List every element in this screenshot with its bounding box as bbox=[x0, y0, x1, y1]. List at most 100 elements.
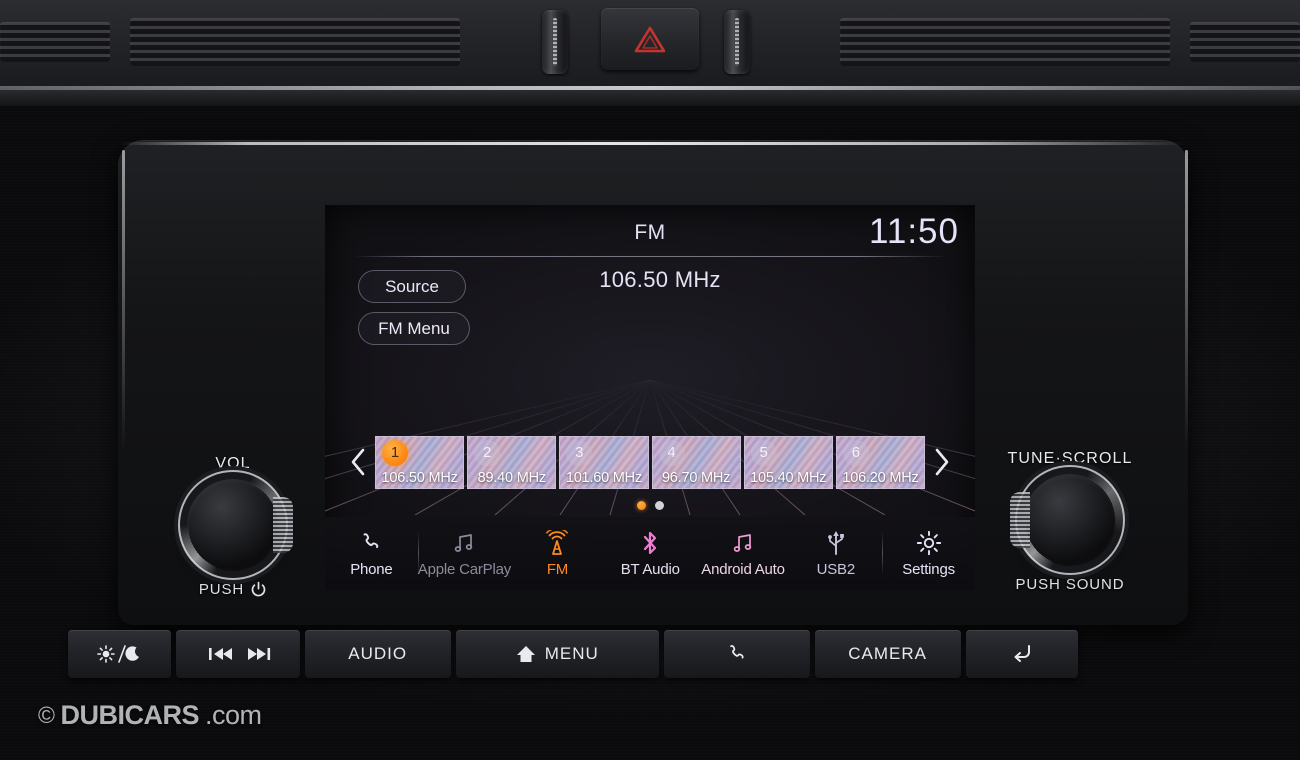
back-button[interactable] bbox=[965, 630, 1078, 678]
hard-button-bar: AUDIO MENU CAMERA bbox=[68, 630, 1078, 678]
air-vent-icon bbox=[0, 22, 110, 62]
preset-prev-button[interactable] bbox=[347, 442, 369, 482]
watermark-tld: .com bbox=[204, 700, 262, 730]
radio-antenna-icon bbox=[543, 529, 571, 556]
volume-knob[interactable] bbox=[187, 479, 293, 571]
infotainment-display[interactable]: FM 11:50 Source FM Menu 106.50 MHz 1 106… bbox=[325, 205, 975, 590]
air-vent-icon bbox=[1190, 22, 1300, 62]
preset-next-button[interactable] bbox=[931, 442, 953, 482]
preset-item[interactable]: 6 106.20 MHz bbox=[835, 435, 926, 489]
watermark: © DUBICARS .com bbox=[38, 700, 262, 731]
preset-number: 1 bbox=[382, 439, 408, 466]
nav-item-phone[interactable]: Phone bbox=[325, 517, 418, 590]
audio-button[interactable]: AUDIO bbox=[304, 630, 451, 678]
preset-item[interactable]: 1 106.50 MHz bbox=[375, 435, 465, 489]
preset-frequency: 106.20 MHz bbox=[842, 469, 919, 486]
nav-divider bbox=[882, 531, 884, 575]
fm-menu-button-label: FM Menu bbox=[378, 318, 450, 338]
volume-knob-sublabel: PUSH bbox=[158, 581, 308, 598]
push-label: PUSH bbox=[198, 581, 245, 598]
hazard-light-button[interactable] bbox=[601, 8, 699, 70]
vent-thumbwheel-right[interactable] bbox=[724, 10, 750, 74]
tune-scroll-knob-group: TUNE·SCROLL PUSH SOUND bbox=[995, 450, 1145, 593]
clock: 11:50 bbox=[869, 212, 959, 251]
music-note-icon bbox=[452, 530, 476, 556]
chevron-left-icon bbox=[351, 448, 365, 476]
nav-label: Android Auto bbox=[701, 560, 785, 578]
nav-label: BT Audio bbox=[620, 560, 680, 578]
phone-button[interactable] bbox=[663, 630, 810, 678]
preset-frequency: 101.60 MHz bbox=[565, 469, 643, 486]
bottom-navigation-bar: Phone Apple CarPlay FM BT Audio Android … bbox=[325, 517, 975, 590]
nav-item-bt-audio[interactable]: BT Audio bbox=[604, 517, 697, 590]
push-sound-label: PUSH SOUND bbox=[1015, 576, 1125, 593]
preset-item[interactable]: 3 101.60 MHz bbox=[559, 435, 649, 489]
dashboard-top-trim bbox=[0, 0, 1300, 88]
track-skip-button[interactable] bbox=[175, 630, 300, 678]
watermark-brand: DUBICARS bbox=[60, 700, 199, 730]
bluetooth-icon bbox=[639, 530, 661, 556]
preset-item[interactable]: 2 89.40 MHz bbox=[467, 435, 557, 489]
phone-handset-icon bbox=[359, 530, 383, 556]
air-vent-icon bbox=[130, 18, 460, 66]
volume-knob-group: VOL PUSH bbox=[158, 455, 308, 598]
back-arrow-icon bbox=[1014, 645, 1030, 662]
power-icon bbox=[251, 581, 266, 597]
dashboard-lip bbox=[0, 90, 1300, 106]
watermark-copyright: © bbox=[38, 702, 55, 728]
air-vent-icon bbox=[840, 18, 1170, 66]
nav-label: Phone bbox=[350, 560, 393, 578]
preset-item[interactable]: 4 96.70 MHz bbox=[651, 435, 741, 489]
preset-number: 5 bbox=[750, 439, 777, 466]
housing-chrome-top bbox=[120, 142, 1186, 145]
preset-item[interactable]: 5 105.40 MHz bbox=[743, 435, 833, 489]
tune-scroll-knob-sublabel: PUSH SOUND bbox=[995, 576, 1145, 593]
audio-button-label: AUDIO bbox=[348, 644, 408, 663]
status-bar: FM 11:50 bbox=[325, 212, 975, 257]
source-button[interactable]: Source bbox=[358, 270, 466, 303]
brightness-button[interactable] bbox=[68, 630, 171, 678]
fm-menu-button[interactable]: FM Menu bbox=[358, 312, 470, 345]
nav-item-usb2[interactable]: USB2 bbox=[789, 517, 882, 590]
knob-knurl bbox=[273, 497, 293, 553]
brightness-day-night-icon bbox=[97, 645, 140, 663]
preset-number: 6 bbox=[842, 439, 869, 466]
preset-number: 4 bbox=[658, 439, 685, 466]
nav-label: Apple CarPlay bbox=[417, 560, 512, 578]
nav-divider bbox=[417, 531, 419, 575]
gear-icon bbox=[916, 530, 942, 556]
current-frequency: 106.50 MHz bbox=[599, 267, 721, 292]
preset-number: 2 bbox=[474, 439, 501, 466]
source-button-label: Source bbox=[385, 276, 439, 296]
home-icon bbox=[516, 646, 535, 662]
preset-strip: 1 106.50 MHz 2 89.40 MHz 3 101.60 MHz 4 … bbox=[347, 433, 953, 491]
housing-chrome-left bbox=[122, 150, 125, 450]
nav-label: Settings bbox=[902, 560, 955, 578]
nav-item-apple-carplay[interactable]: Apple CarPlay bbox=[417, 517, 512, 590]
prev-next-track-icon bbox=[208, 648, 270, 660]
tune-scroll-knob[interactable] bbox=[1010, 474, 1116, 566]
knob-knurl bbox=[1010, 492, 1030, 548]
preset-number: 3 bbox=[566, 439, 593, 466]
housing-chrome-right bbox=[1185, 150, 1188, 450]
camera-button[interactable]: CAMERA bbox=[814, 630, 961, 678]
vent-thumbwheel-left[interactable] bbox=[542, 10, 568, 74]
preset-frequency: 106.50 MHz bbox=[381, 469, 458, 486]
phone-handset-icon bbox=[729, 645, 744, 659]
preset-list: 1 106.50 MHz 2 89.40 MHz 3 101.60 MHz 4 … bbox=[375, 435, 926, 489]
page-dot[interactable] bbox=[654, 501, 664, 510]
infotainment-screenshot: FM 11:50 Source FM Menu 106.50 MHz 1 106… bbox=[0, 0, 1300, 760]
nav-item-fm[interactable]: FM bbox=[511, 517, 604, 590]
chevron-right-icon bbox=[935, 448, 949, 476]
hazard-triangle-icon bbox=[634, 26, 666, 53]
nav-item-android-auto[interactable]: Android Auto bbox=[697, 517, 790, 590]
camera-button-label: CAMERA bbox=[848, 644, 928, 663]
menu-button[interactable]: MENU bbox=[455, 630, 659, 678]
preset-frequency: 89.40 MHz bbox=[477, 469, 547, 486]
usb-icon bbox=[826, 530, 846, 556]
page-dot-active[interactable] bbox=[636, 501, 646, 510]
nav-label: FM bbox=[546, 560, 569, 578]
nav-label: USB2 bbox=[816, 560, 856, 578]
nav-item-settings[interactable]: Settings bbox=[882, 517, 975, 590]
page-indicator bbox=[325, 501, 975, 510]
